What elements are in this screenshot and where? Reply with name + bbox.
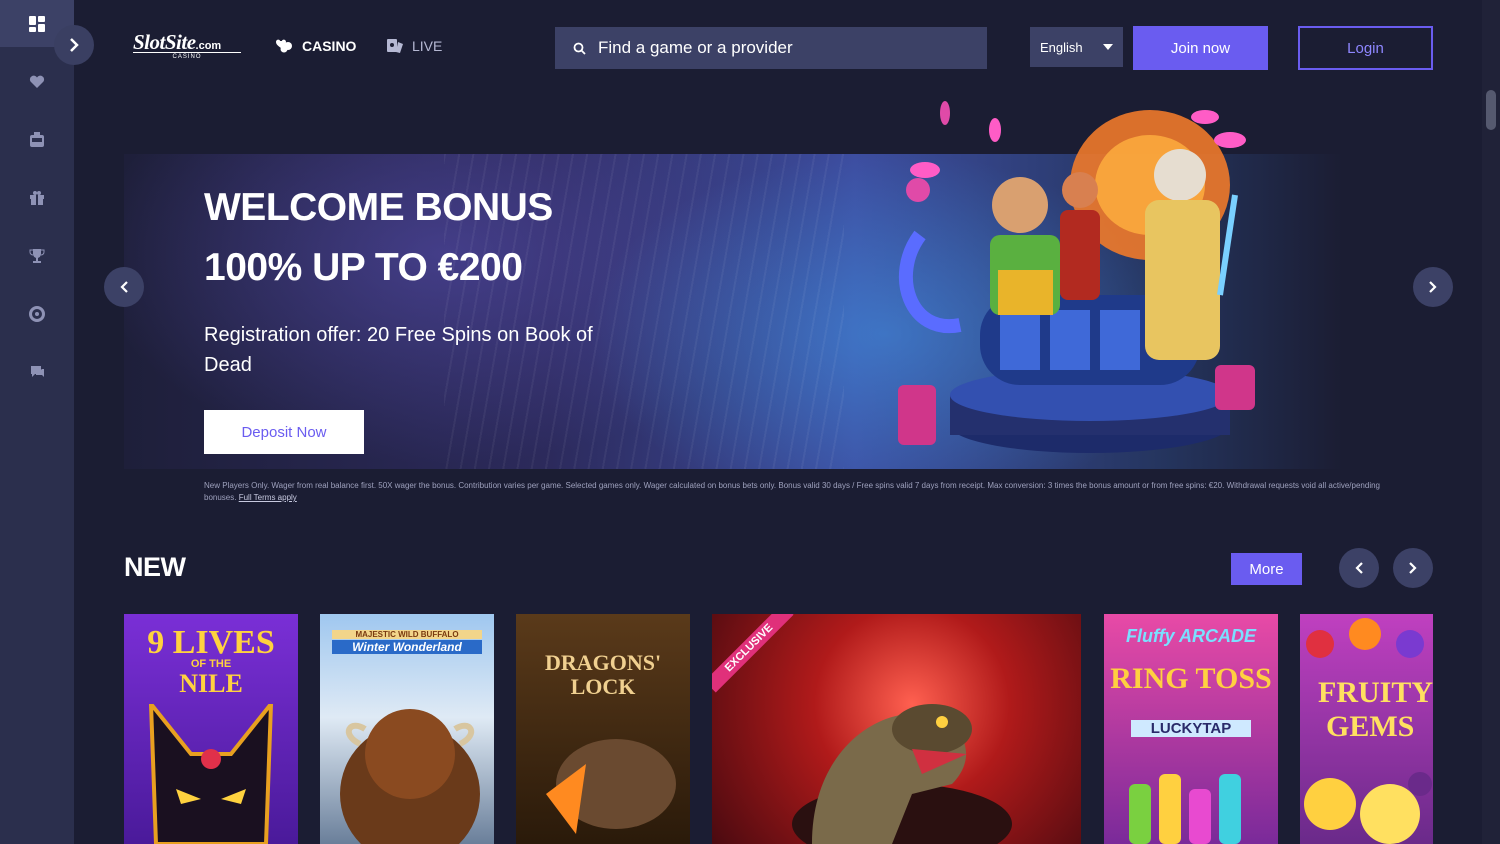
game-title: NILE [179,669,243,698]
dashboard-icon [29,15,45,32]
game-title: DRAGONS' [544,650,662,675]
expand-sidebar-button[interactable] [54,25,94,65]
game-tile-9-lives-of-the-nile[interactable]: 9 LIVES OF THE NILE [124,614,298,844]
full-terms-link[interactable]: Full Terms apply [239,493,297,502]
hero-prev-button[interactable] [104,267,144,307]
chevron-left-icon [120,281,128,293]
chat-help-icon [31,366,44,377]
game-tile-exclusive-cobra[interactable]: EXCLUSIVE [712,614,1081,844]
chevron-left-icon [1355,562,1363,574]
game-title: 9 LIVES [147,624,275,661]
gift-icon [30,191,44,205]
game-title: LUCKYTAP [1131,720,1251,737]
chevron-right-icon [1409,562,1417,574]
carousel-prev-button[interactable] [1339,548,1379,588]
sidebar-item-slots[interactable] [0,125,74,155]
hero-title: WELCOME BONUS 100% UP TO €200 [204,178,553,298]
bonus-terms: New Players Only. Wager from real balanc… [204,480,1394,504]
bonus-terms-text: New Players Only. Wager from real balanc… [204,481,1380,502]
game-title: Winter Wonderland [332,640,482,654]
search-input[interactable]: Find a game or a provider [598,38,793,58]
more-button[interactable]: More [1231,553,1302,585]
chevron-right-icon [70,38,79,52]
section-title-new: NEW [124,552,186,582]
sidebar-item-promotions[interactable] [0,183,74,213]
cobra-art [792,704,1012,844]
game-title: RING TOSS [1110,662,1272,695]
cards-icon [276,39,292,53]
nav-casino-label: CASINO [302,38,357,54]
carousel-next-button[interactable] [1393,548,1433,588]
slot-machine-icon [30,132,44,147]
nav-casino[interactable]: CASINO [274,38,356,54]
site-logo[interactable]: SlotSite.com CASINO [133,30,243,64]
search-icon [573,42,586,55]
hero-title-line2: 100% UP TO €200 [204,246,523,289]
cat-mask-art [148,704,274,844]
nav-live[interactable]: LIVE [386,38,442,54]
language-value: English [1040,39,1083,55]
logo-suffix: .com [195,40,222,52]
game-tile-fruity-gems[interactable]: FRUITY GEMS [1300,614,1433,844]
game-title: LOCK [570,674,636,699]
game-title: MAJESTIC WILD BUFFALO [332,630,482,639]
buffalo-art [340,709,480,844]
logo-subtitle: CASINO [133,52,241,60]
hero-next-button[interactable] [1413,267,1453,307]
logo-text: SlotSite [133,30,196,54]
game-tile-dragons-lock[interactable]: DRAGONS' LOCK [516,614,690,844]
login-button[interactable]: Login [1298,26,1433,70]
nav-live-label: LIVE [412,38,443,54]
live-dealer-icon [387,39,403,53]
bottles-art [1129,774,1241,844]
game-title: Fluffy ARCADE [1126,626,1256,646]
sidebar-item-tournaments[interactable] [0,241,74,271]
game-tile-fluffy-arcade-ring-toss[interactable]: Fluffy ARCADE RING TOSS LUCKYTAP [1104,614,1278,844]
support-lifebuoy-icon [29,306,45,322]
heart-icon [29,75,45,88]
hero-subtitle: Registration offer: 20 Free Spins on Boo… [204,324,593,376]
sidebar-item-support[interactable] [0,299,74,329]
search-bar[interactable]: Find a game or a provider [555,27,987,69]
language-select[interactable]: English [1030,27,1123,67]
sidebar-item-favorites[interactable] [0,67,74,97]
scrollbar-thumb[interactable] [1486,90,1496,130]
join-now-button[interactable]: Join now [1133,26,1268,70]
sidebar-item-chat[interactable] [0,357,74,387]
trophy-icon [29,249,45,263]
chevron-right-icon [1429,281,1437,293]
hero-slot-characters-illustration [898,101,1255,453]
fruit-art [1304,618,1432,844]
deposit-now-button[interactable]: Deposit Now [204,410,364,454]
sidebar [0,0,74,844]
hero-title-line1: WELCOME BONUS [204,186,553,229]
caret-down-icon [1103,44,1113,50]
dragon-art [546,739,676,834]
game-tile-majestic-wild-buffalo[interactable]: MAJESTIC WILD BUFFALO Winter Wonderland [320,614,494,844]
